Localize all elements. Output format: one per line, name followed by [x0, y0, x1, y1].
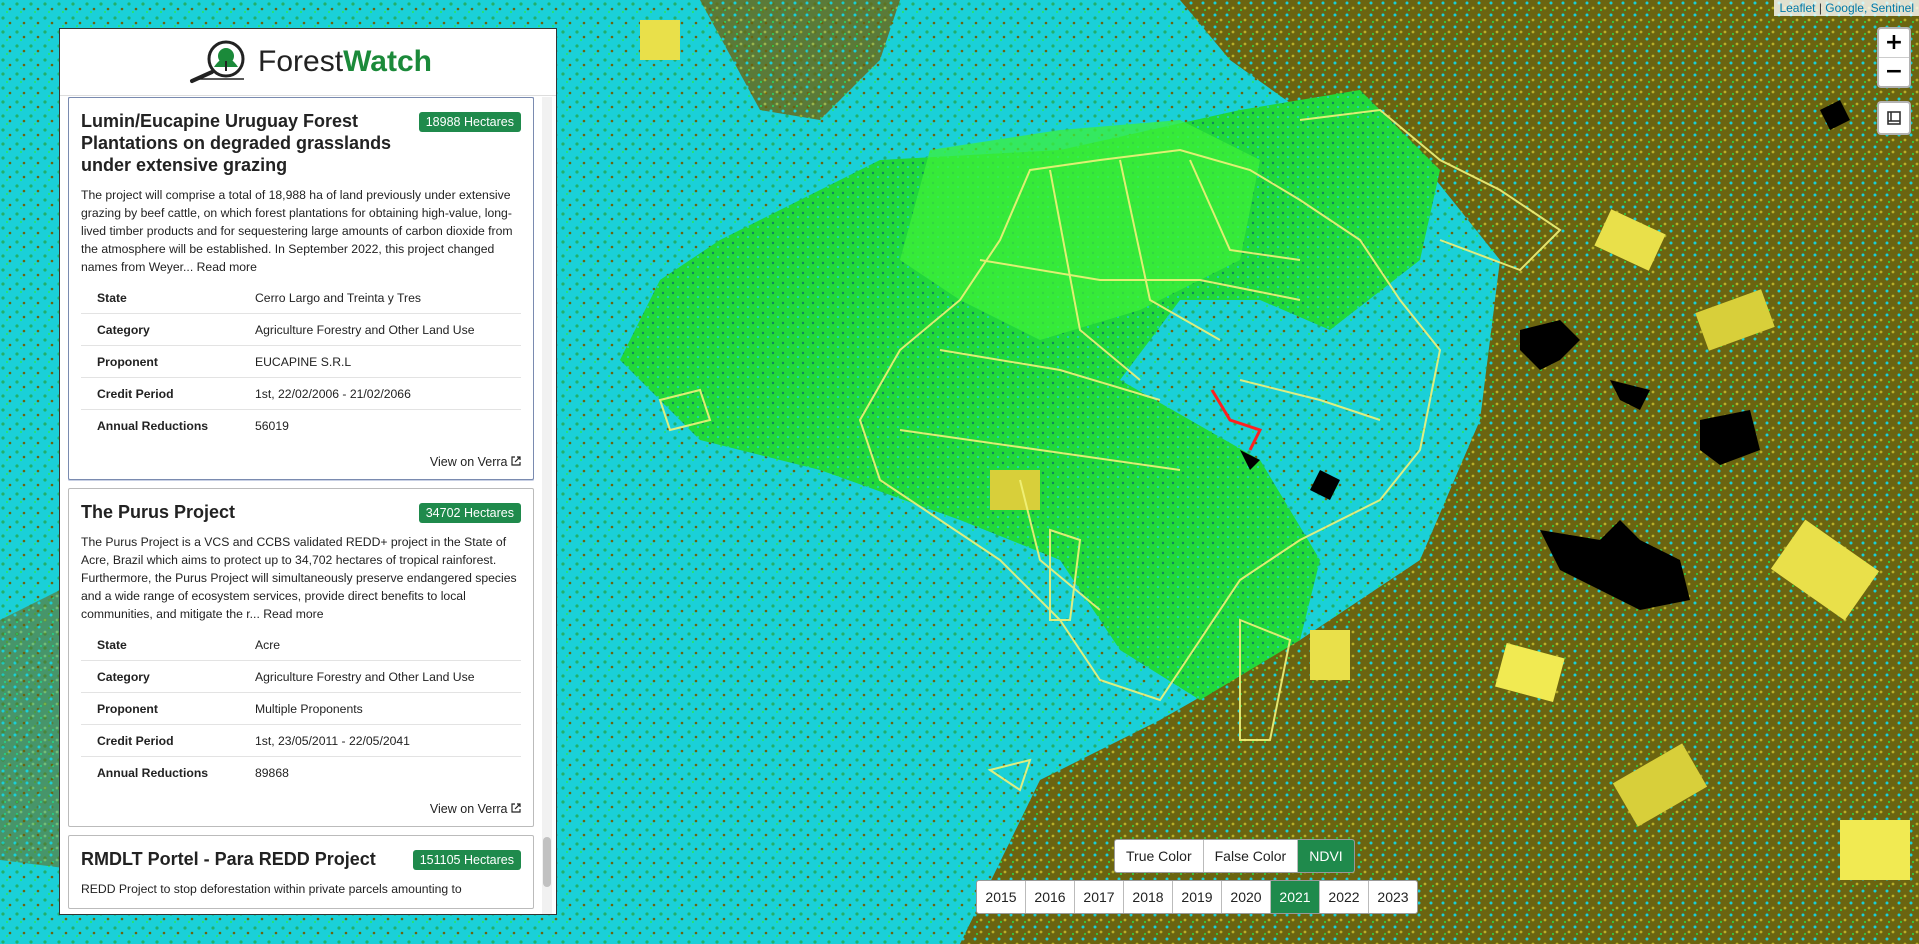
logo-text: ForestWatch — [258, 45, 432, 79]
field-label: Annual Reductions — [97, 766, 209, 780]
attribution-sources[interactable]: Google, Sentinel — [1825, 1, 1914, 15]
description-text: The project will comprise a total of 18,… — [81, 188, 513, 274]
project-description: REDD Project to stop deforestation withi… — [81, 882, 462, 896]
field-label: Annual Reductions — [97, 419, 209, 433]
view-on-verra-link[interactable]: View on Verra — [81, 455, 521, 469]
field-label: Credit Period — [81, 377, 239, 410]
view-mode-toggle: True Color False Color NDVI — [1114, 839, 1355, 873]
projects-panel: ForestWatch Lumin/Eucapine Uruguay Fores… — [59, 28, 557, 915]
year-2022-button[interactable]: 2022 — [1320, 881, 1369, 913]
field-value: 89868 — [255, 766, 289, 780]
field-value: Multiple Proponents — [239, 692, 521, 725]
measure-button[interactable] — [1877, 101, 1911, 135]
project-title[interactable]: RMDLT Portel - Para REDD Project — [81, 848, 411, 870]
year-2019-button[interactable]: 2019 — [1173, 881, 1222, 913]
table-row: Annual Reductions 89868 — [81, 757, 521, 789]
field-label: Category — [81, 313, 239, 346]
field-value: EUCAPINE S.R.L — [239, 345, 521, 378]
verra-label: View on Verra — [429, 455, 508, 469]
read-more-link[interactable]: Read more — [197, 260, 257, 274]
project-title[interactable]: The Purus Project — [81, 501, 401, 523]
true-color-button[interactable]: True Color — [1115, 840, 1204, 872]
year-2020-button[interactable]: 2020 — [1222, 881, 1271, 913]
table-row: Proponent Multiple Proponents — [81, 692, 521, 725]
year-2015-button[interactable]: 2015 — [977, 881, 1026, 913]
year-2021-button[interactable]: 2021 — [1271, 881, 1320, 913]
hectares-badge: 18988 Hectares — [418, 112, 521, 132]
logo[interactable]: ForestWatch — [60, 29, 556, 96]
logo-watch: Watch — [343, 45, 432, 78]
table-row: State Acre — [81, 629, 521, 661]
ruler-icon — [1887, 111, 1901, 125]
field-value: Agriculture Forestry and Other Land Use — [239, 313, 521, 346]
field-value: Acre — [239, 629, 521, 661]
field-label: Credit Period — [81, 724, 239, 757]
year-selector: 2015 2016 2017 2018 2019 2020 2021 2022 … — [976, 880, 1418, 914]
external-link-icon — [511, 456, 521, 466]
table-row: Credit Period 1st, 23/05/2011 - 22/05/204… — [81, 724, 521, 757]
project-details-table: State Acre Category Agriculture Forestry a… — [81, 629, 521, 788]
scroll-thumb[interactable] — [543, 837, 551, 887]
field-value: Cerro Largo and Treinta y Tres — [239, 282, 521, 314]
field-value: 1st, 23/05/2011 - 22/05/2041 — [239, 724, 521, 757]
project-title[interactable]: Lumin/Eucapine Uruguay Forest Plantation… — [81, 110, 401, 176]
view-on-verra-link[interactable]: View on Verra — [81, 802, 521, 816]
project-card[interactable]: The Purus Project 34702 Hectares The Pur… — [68, 488, 534, 827]
external-link-icon — [511, 803, 521, 813]
zoom-out-button[interactable]: − — [1879, 57, 1909, 86]
year-2016-button[interactable]: 2016 — [1026, 881, 1075, 913]
zoom-in-button[interactable]: + — [1879, 29, 1909, 57]
table-row: State Cerro Largo and Treinta y Tres — [81, 282, 521, 314]
field-label: State — [81, 282, 239, 314]
year-2017-button[interactable]: 2017 — [1075, 881, 1124, 913]
table-row: Proponent EUCAPINE S.R.L — [81, 345, 521, 378]
table-row: Annual Reductions 56019 — [81, 410, 521, 442]
project-description: The project will comprise a total of 18,… — [81, 186, 521, 276]
field-value: 56019 — [255, 419, 289, 433]
field-value: 1st, 22/02/2006 - 21/02/2066 — [239, 377, 521, 410]
table-row: Category Agriculture Forestry and Other L… — [81, 313, 521, 346]
read-more-link[interactable]: Read more — [263, 607, 323, 621]
project-card[interactable]: RMDLT Portel - Para REDD Project 151105 … — [68, 835, 534, 909]
magnifier-tree-icon — [190, 40, 245, 83]
map-attribution: Leaflet | Google, Sentinel — [1774, 0, 1919, 16]
project-description: The Purus Project is a VCS and CCBS vali… — [81, 533, 521, 623]
year-2023-button[interactable]: 2023 — [1369, 881, 1417, 913]
field-label: State — [81, 629, 239, 661]
leaflet-link[interactable]: Leaflet — [1779, 1, 1815, 15]
table-row: Category Agriculture Forestry and Other L… — [81, 660, 521, 693]
field-value: Agriculture Forestry and Other Land Use — [239, 660, 521, 693]
year-2018-button[interactable]: 2018 — [1124, 881, 1173, 913]
panel-scrollbar[interactable] — [542, 97, 552, 914]
zoom-control: + − — [1877, 27, 1911, 88]
logo-forest: Forest — [258, 45, 344, 78]
ndvi-button[interactable]: NDVI — [1298, 840, 1354, 872]
hectares-badge: 151105 Hectares — [412, 850, 521, 870]
false-color-button[interactable]: False Color — [1204, 840, 1299, 872]
project-card[interactable]: Lumin/Eucapine Uruguay Forest Plantation… — [68, 97, 534, 480]
field-label: Proponent — [81, 692, 239, 725]
project-list[interactable]: Lumin/Eucapine Uruguay Forest Plantation… — [68, 97, 534, 914]
project-details-table: State Cerro Largo and Treinta y Tres Cate… — [81, 282, 521, 441]
field-label: Proponent — [81, 345, 239, 378]
hectares-badge: 34702 Hectares — [418, 503, 521, 523]
field-label: Category — [81, 660, 239, 693]
table-row: Credit Period 1st, 22/02/2006 - 21/02/206… — [81, 377, 521, 410]
verra-label: View on Verra — [429, 802, 508, 816]
